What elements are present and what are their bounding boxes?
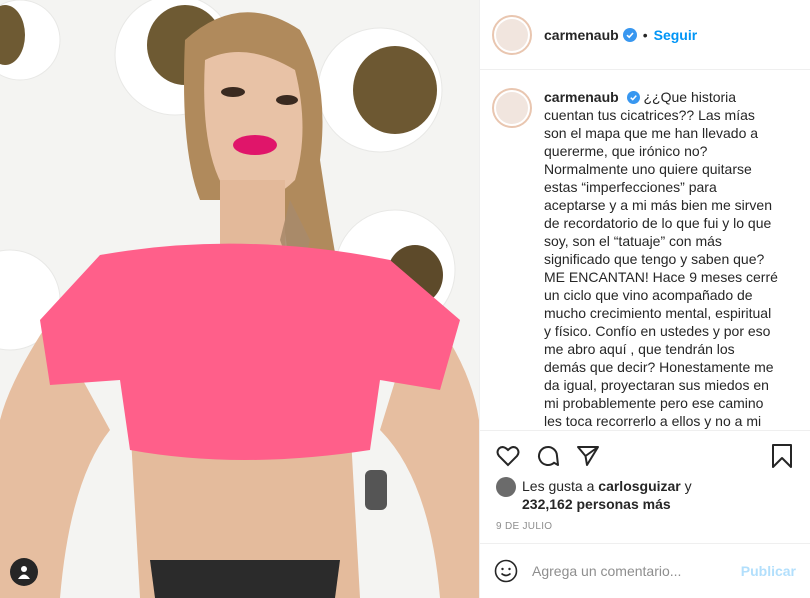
post-actions: Les gusta a carlosguizar y 232,162 perso… <box>480 430 810 532</box>
caption-line: ¿¿Que historia <box>643 89 737 105</box>
caption-line: cuentan tus cicatrices?? Las mías <box>544 107 755 123</box>
caption-line: de recordatorio de lo que fui y lo que <box>544 215 772 231</box>
caption-line: demás que decir? Honestamente me <box>544 359 774 375</box>
avatar[interactable] <box>492 14 532 55</box>
likes-prefix: Les gusta a <box>522 478 595 494</box>
caption-line: estas “imperfecciones” para <box>544 179 717 195</box>
share-button[interactable] <box>576 444 600 468</box>
likes-text: Les gusta a carlosguizar y 232,162 perso… <box>522 477 692 513</box>
caption-line: da igual, proyectaran sus miedos en <box>544 377 769 393</box>
separator-dot: • <box>642 26 648 43</box>
verified-badge-icon <box>626 91 640 104</box>
heart-icon <box>496 446 520 467</box>
likes-count[interactable]: 232,162 personas más <box>522 496 671 512</box>
comment-box: Publicar <box>480 543 810 598</box>
caption-avatar[interactable] <box>492 88 532 128</box>
caption-line: y físico. Confío en ustedes y por eso <box>544 323 771 339</box>
caption-line: les toca recorrerlo a ellos y no a mi <box>544 413 762 429</box>
user-tag-icon <box>18 566 30 579</box>
header-username[interactable]: carmenaub <box>544 27 619 43</box>
like-button[interactable] <box>496 444 520 468</box>
post-photo-illustration <box>0 0 479 598</box>
post-photo[interactable] <box>0 0 479 598</box>
caption-area: carmenaub ¿¿Que historia cuentan tus cic… <box>480 71 810 430</box>
caption-line: mi probablemente pero ese camino <box>544 395 764 411</box>
caption-line: mucho crecimiento mental, espiritual <box>544 305 772 321</box>
follow-button[interactable]: Seguir <box>654 27 698 43</box>
caption-line: Normalmente uno quiere quitarse <box>544 161 752 177</box>
post-side-panel: carmenaub • Seguir carmenaub ¿¿Que histo… <box>479 0 810 598</box>
user-tag-button[interactable] <box>10 558 38 586</box>
paper-plane-icon <box>577 446 599 466</box>
post-date[interactable]: 9 DE JULIO <box>496 521 794 532</box>
likes-conj: y <box>684 478 692 494</box>
caption-line: un ciclo que vino acompañado de <box>544 287 753 303</box>
post-header: carmenaub • Seguir <box>480 0 810 70</box>
liker-username[interactable]: carlosguizar <box>598 478 680 494</box>
caption-line: quererme, que irónico no? <box>544 143 708 159</box>
comment-input[interactable] <box>532 563 741 579</box>
bookmark-icon <box>772 444 792 468</box>
caption-line: aceptarse y a mi más bien me sirven <box>544 197 772 213</box>
save-button[interactable] <box>770 444 794 468</box>
comment-button[interactable] <box>536 444 560 468</box>
smiley-icon[interactable] <box>494 559 518 583</box>
comment-bubble-icon <box>538 446 559 466</box>
caption-line: significado que tengo y saben que? <box>544 251 765 267</box>
caption-text: carmenaub ¿¿Que historia cuentan tus cic… <box>544 88 784 430</box>
verified-badge-icon <box>622 27 637 42</box>
caption-line: ME ENCANTAN! Hace 9 meses cerré <box>544 269 778 285</box>
liker-avatar[interactable] <box>496 477 516 497</box>
caption-username[interactable]: carmenaub <box>544 89 619 105</box>
caption-line: soy, son el “tatuaje” con más <box>544 233 722 249</box>
caption-line: me abro aquí , que tendrán los <box>544 341 735 357</box>
action-icons-row <box>496 441 794 471</box>
caption-line: son el mapa que me han llevado a <box>544 125 759 141</box>
likes-summary: Les gusta a carlosguizar y 232,162 perso… <box>496 477 794 513</box>
publish-button[interactable]: Publicar <box>741 563 796 579</box>
